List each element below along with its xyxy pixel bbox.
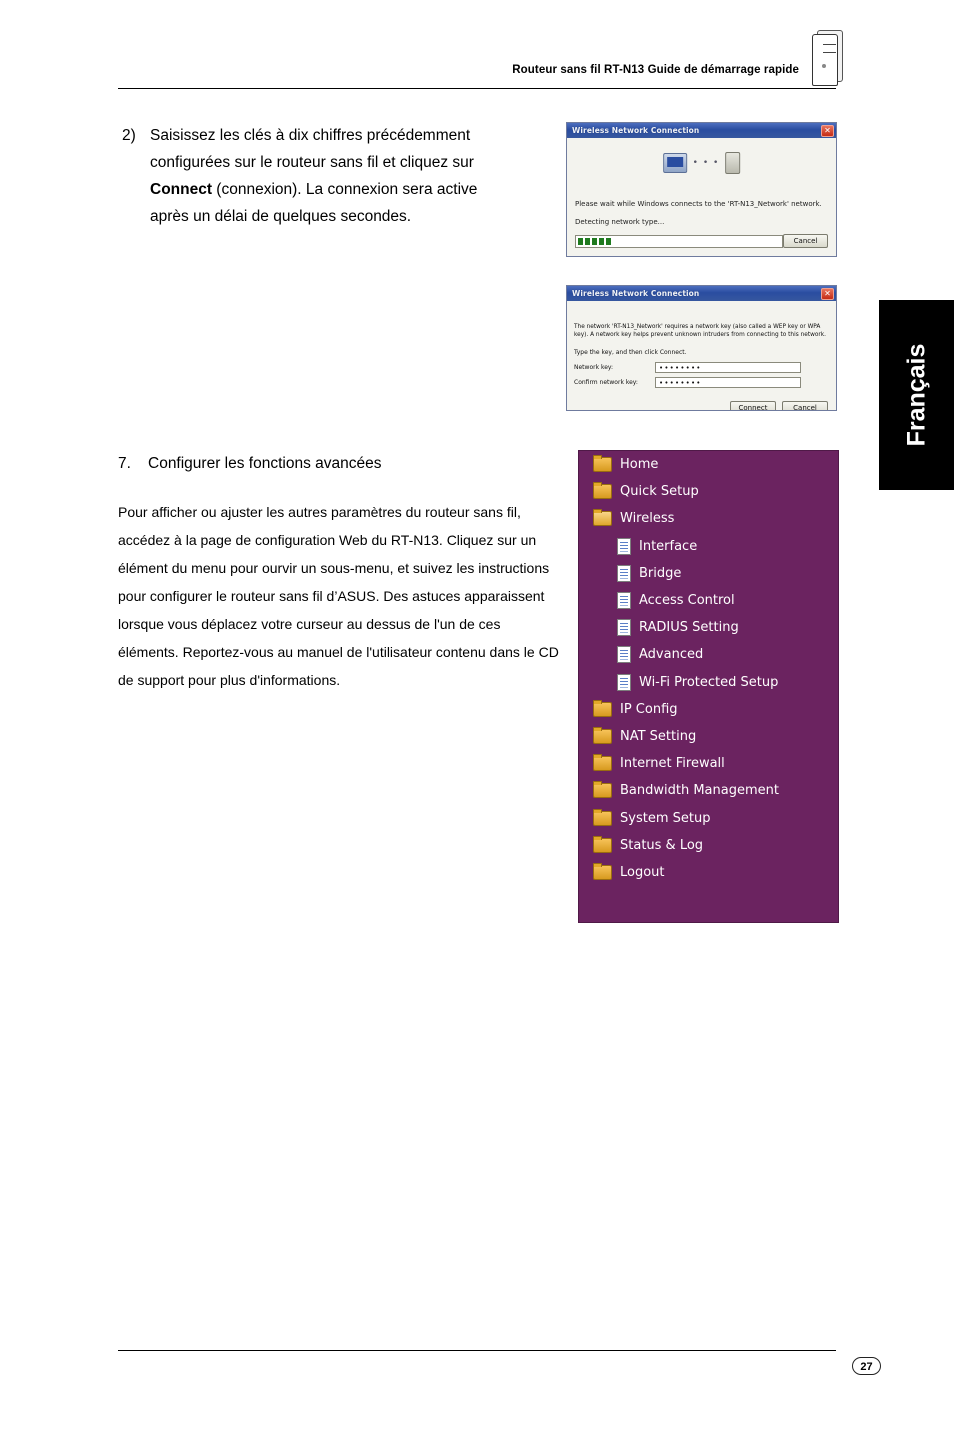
step-2-block: 2) Saisissez les clés à dix chiffres pré… [122, 122, 512, 230]
dialog-title: Wireless Network Connection [572, 289, 700, 298]
router-web-menu: Home Quick Setup Wireless Interface Bridge Ac… [578, 450, 839, 923]
page-header-title: Routeur sans fil RT-N13 Guide de démarra… [512, 64, 799, 76]
menu-item-access-control[interactable]: Access Control [579, 587, 838, 614]
step-2-bold-term: Connect [150, 181, 212, 198]
cancel-button[interactable]: Cancel [783, 234, 828, 248]
dialog-titlebar: Wireless Network Connection ✕ [567, 286, 836, 301]
language-tab-label: Français [902, 343, 930, 447]
page-number: 27 [852, 1357, 881, 1375]
connect-button[interactable]: Connect [730, 401, 776, 410]
menu-item-interface[interactable]: Interface [579, 533, 838, 560]
close-icon[interactable]: ✕ [821, 124, 834, 137]
menu-item-label: Wireless [620, 511, 675, 527]
menu-item-label: IP Config [620, 701, 678, 717]
page-icon [617, 619, 631, 637]
step-2-number: 2) [122, 127, 136, 144]
folder-icon [593, 455, 612, 473]
menu-item-ip-config[interactable]: IP Config [579, 696, 838, 723]
page-icon [617, 646, 631, 664]
network-key-label: Network key: [574, 364, 614, 371]
menu-item-label: Bridge [639, 565, 682, 581]
network-key-input[interactable]: •••••••• [655, 362, 801, 373]
menu-item-label: Logout [620, 864, 665, 880]
menu-item-home[interactable]: Home [579, 451, 838, 478]
folder-icon [593, 862, 612, 880]
status-line: Please wait while Windows connects to th… [575, 200, 822, 208]
menu-item-system-setup[interactable]: System Setup [579, 804, 838, 831]
menu-item-advanced[interactable]: Advanced [579, 641, 838, 668]
transfer-dots-icon: • • • [692, 158, 720, 168]
router-icon [808, 30, 846, 86]
section-7-number: 7. [118, 455, 131, 472]
language-tab: Français [879, 300, 954, 490]
menu-item-quick-setup[interactable]: Quick Setup [579, 478, 838, 505]
menu-item-label: Home [620, 457, 659, 473]
step-2-text-before: Saisissez les clés à dix chiffres précéd… [150, 127, 474, 171]
cancel-button[interactable]: Cancel [782, 401, 828, 410]
page-icon [617, 673, 631, 691]
folder-icon [593, 781, 612, 799]
dialog-body: • • • Please wait while Windows connects… [567, 138, 836, 256]
device-icon [725, 152, 741, 174]
menu-item-nat-setting[interactable]: NAT Setting [579, 723, 838, 750]
confirm-network-key-input[interactable]: •••••••• [655, 377, 801, 388]
menu-item-status-log[interactable]: Status & Log [579, 832, 838, 859]
dialog-titlebar: Wireless Network Connection ✕ [567, 123, 836, 138]
menu-item-radius-setting[interactable]: RADIUS Setting [579, 614, 838, 641]
page-icon [617, 537, 631, 555]
menu-item-label: Access Control [639, 593, 735, 609]
section-7-heading: 7. Configurer les fonctions avancées [118, 455, 382, 473]
menu-item-label: Quick Setup [620, 484, 699, 500]
menu-item-label: Interface [639, 538, 698, 554]
dialog-title: Wireless Network Connection [572, 126, 700, 135]
menu-item-wi-fi-protected-setup[interactable]: Wi-Fi Protected Setup [579, 669, 838, 696]
header-divider [118, 88, 836, 89]
dialog-body: The network 'RT-N13_Network' requires a … [567, 301, 836, 410]
menu-item-label: Advanced [639, 647, 704, 663]
menu-item-wireless[interactable]: Wireless [579, 505, 838, 532]
menu-item-bridge[interactable]: Bridge [579, 560, 838, 587]
folder-icon [593, 754, 612, 772]
wireless-network-key-dialog: Wireless Network Connection ✕ The networ… [566, 285, 837, 411]
menu-item-logout[interactable]: Logout [579, 859, 838, 886]
section-7-body: Pour afficher ou ajuster les autres para… [118, 504, 559, 688]
menu-item-internet-firewall[interactable]: Internet Firewall [579, 750, 838, 777]
connection-animation: • • • [662, 152, 741, 174]
close-icon[interactable]: ✕ [821, 287, 834, 300]
menu-item-bandwidth-management[interactable]: Bandwidth Management [579, 777, 838, 804]
folder-icon [593, 482, 612, 500]
page-icon [617, 592, 631, 610]
menu-item-label: System Setup [620, 810, 711, 826]
menu-item-label: NAT Setting [620, 728, 697, 744]
detecting-line: Detecting network type... [575, 218, 665, 226]
page-icon [617, 564, 631, 582]
footer-divider [118, 1350, 836, 1351]
folder-icon [593, 835, 612, 853]
dialog-description: The network 'RT-N13_Network' requires a … [574, 324, 826, 338]
folder-open-icon [593, 509, 612, 527]
progress-bar [575, 235, 783, 248]
folder-icon [593, 808, 612, 826]
folder-icon [593, 699, 612, 717]
menu-item-label: Status & Log [620, 837, 704, 853]
computer-icon [662, 153, 687, 173]
menu-item-label: Internet Firewall [620, 756, 725, 772]
section-7-title: Configurer les fonctions avancées [148, 455, 382, 472]
dialog-instruction: Type the key, and then click Connect. [574, 349, 687, 356]
menu-item-label: Wi-Fi Protected Setup [639, 674, 779, 690]
wireless-connecting-dialog: Wireless Network Connection ✕ • • • Plea… [566, 122, 837, 257]
menu-item-label: Bandwidth Management [620, 783, 779, 799]
menu-item-label: RADIUS Setting [639, 620, 739, 636]
folder-icon [593, 726, 612, 744]
confirm-network-key-label: Confirm network key: [574, 379, 638, 386]
